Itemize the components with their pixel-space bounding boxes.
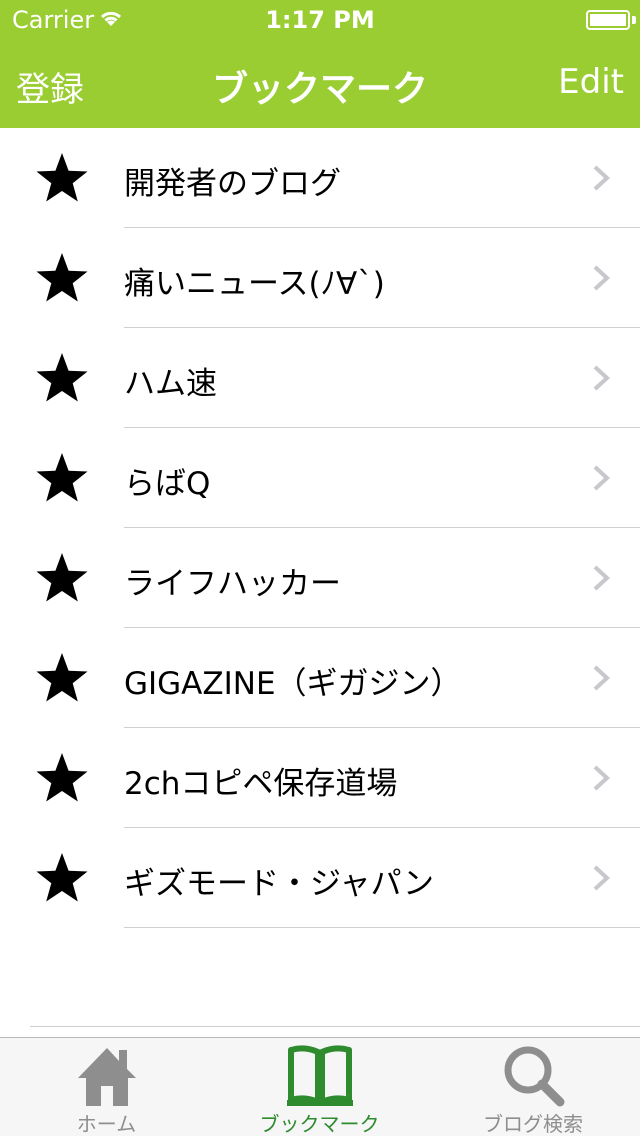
list-item-label: 痛いニュース(ﾉ∀`) — [124, 266, 385, 302]
star-icon — [36, 553, 88, 602]
list-item[interactable]: らばQ — [0, 428, 640, 528]
chevron-right-icon — [593, 765, 610, 791]
chevron-right-icon — [593, 565, 610, 591]
chevron-right-icon — [593, 665, 610, 691]
row-divider — [124, 927, 640, 928]
book-icon — [286, 1045, 353, 1106]
navigation-bar: 登録 ブックマーク Edit — [0, 40, 640, 128]
search-icon — [504, 1046, 565, 1107]
bookmark-list: 開発者のブログ 痛いニュース(ﾉ∀`) ハム速 らばQ ライフハッカー GIGA… — [0, 128, 640, 928]
list-item-label: 2chコピペ保存道場 — [124, 766, 398, 802]
star-icon — [36, 753, 88, 802]
status-bar: Carrier 1:17 PM — [0, 0, 640, 40]
tab-bookmark-label: ブックマーク — [259, 1112, 380, 1136]
list-item-label: GIGAZINE（ギガジン） — [124, 666, 462, 702]
list-item[interactable]: 2chコピペ保存道場 — [0, 728, 640, 828]
list-item-label: ライフハッカー — [124, 566, 341, 602]
tab-home-label: ホーム — [76, 1112, 137, 1136]
list-item[interactable]: 開発者のブログ — [0, 128, 640, 228]
chevron-right-icon — [593, 865, 610, 891]
list-item-label: らばQ — [124, 466, 211, 502]
list-item[interactable]: ライフハッカー — [0, 528, 640, 628]
tab-blog-search-label: ブログ検索 — [483, 1112, 583, 1136]
list-item[interactable]: ギズモード・ジャパン — [0, 828, 640, 928]
star-icon — [36, 853, 88, 902]
star-icon — [36, 653, 88, 702]
list-item[interactable]: ハム速 — [0, 328, 640, 428]
tab-bar: ホーム ブックマーク ブログ検索 — [0, 1037, 640, 1136]
star-icon — [36, 153, 88, 202]
chevron-right-icon — [593, 165, 610, 191]
battery-tip — [632, 16, 636, 24]
tab-home[interactable]: ホーム — [0, 1038, 213, 1137]
star-icon — [36, 353, 88, 402]
chevron-right-icon — [593, 465, 610, 491]
home-icon — [77, 1048, 136, 1106]
star-icon — [36, 253, 88, 302]
chevron-right-icon — [593, 265, 610, 291]
list-item-label: ギズモード・ジャパン — [124, 866, 434, 902]
star-icon — [36, 453, 88, 502]
chevron-right-icon — [593, 365, 610, 391]
tab-blog-search[interactable]: ブログ検索 — [426, 1038, 640, 1137]
edit-button[interactable]: Edit — [558, 62, 624, 102]
list-item[interactable]: 痛いニュース(ﾉ∀`) — [0, 228, 640, 328]
clock: 1:17 PM — [265, 6, 375, 34]
battery-icon — [586, 10, 630, 30]
list-bottom-divider — [30, 1026, 640, 1027]
page-title: ブックマーク — [211, 69, 428, 110]
list-item-label: ハム速 — [124, 366, 217, 402]
tab-bookmark[interactable]: ブックマーク — [213, 1038, 426, 1137]
list-item[interactable]: GIGAZINE（ギガジン） — [0, 628, 640, 728]
list-item-label: 開発者のブログ — [124, 166, 341, 202]
